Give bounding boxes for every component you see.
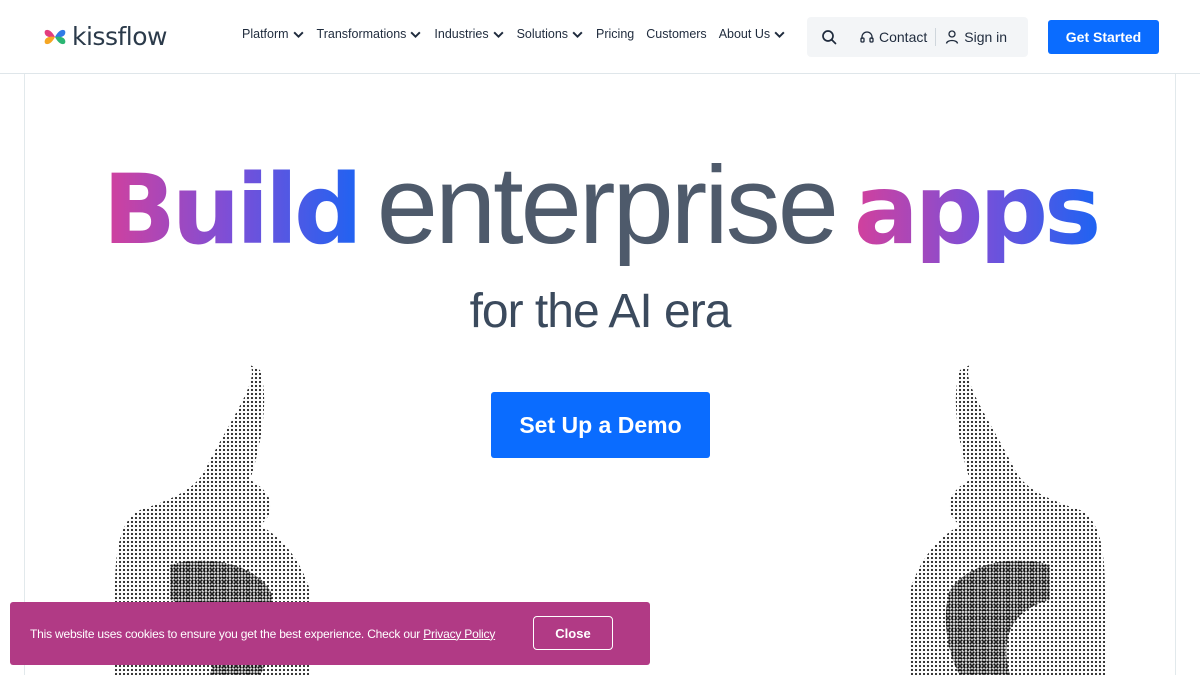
headset-icon bbox=[860, 31, 874, 43]
nav-item-customers[interactable]: Customers bbox=[646, 27, 706, 41]
privacy-policy-link[interactable]: Privacy Policy bbox=[423, 627, 495, 641]
cookie-message: This website uses cookies to ensure you … bbox=[30, 627, 495, 641]
chevron-down-icon bbox=[493, 31, 504, 38]
cookie-banner: This website uses cookies to ensure you … bbox=[10, 602, 650, 665]
hero-word-apps: apps bbox=[853, 154, 1101, 266]
nav-item-industries[interactable]: Industries bbox=[434, 27, 504, 41]
site-header: kissflow Platform Transformations Indust… bbox=[0, 0, 1200, 74]
user-icon bbox=[946, 30, 959, 44]
contact-label: Contact bbox=[879, 29, 928, 45]
nav-item-label: Platform bbox=[242, 27, 289, 41]
signin-label: Sign in bbox=[964, 29, 1008, 45]
chevron-down-icon bbox=[774, 31, 785, 38]
chevron-down-icon bbox=[572, 31, 583, 38]
set-up-demo-button[interactable]: Set Up a Demo bbox=[491, 392, 710, 458]
hero-word-build: Build bbox=[102, 154, 363, 266]
nav-item-solutions[interactable]: Solutions bbox=[517, 27, 584, 41]
chevron-down-icon bbox=[293, 31, 304, 38]
halftone-hand-right-image bbox=[910, 365, 1105, 675]
kissflow-logo-icon bbox=[44, 29, 66, 44]
search-button[interactable] bbox=[807, 17, 851, 57]
contact-link[interactable]: Contact bbox=[851, 17, 935, 57]
logo-wordmark: kissflow bbox=[72, 22, 167, 51]
nav-item-transformations[interactable]: Transformations bbox=[317, 27, 423, 41]
search-icon bbox=[822, 30, 837, 45]
cookie-close-button[interactable]: Close bbox=[533, 616, 613, 650]
cookie-message-text: This website uses cookies to ensure you … bbox=[30, 626, 424, 641]
nav-item-platform[interactable]: Platform bbox=[242, 27, 305, 41]
nav-item-label: Pricing bbox=[596, 27, 635, 41]
nav-item-label: About Us bbox=[718, 27, 771, 41]
get-started-button[interactable]: Get Started bbox=[1048, 20, 1159, 54]
hero-word-enterprise: enterprise bbox=[376, 144, 839, 267]
nav-item-pricing[interactable]: Pricing bbox=[596, 27, 634, 41]
nav-item-label: Industries bbox=[434, 27, 489, 41]
hero-headline: Build enterprise apps bbox=[0, 142, 1200, 269]
nav-item-label: Transformations bbox=[316, 27, 407, 41]
utility-bar: Contact Sign in bbox=[807, 17, 1028, 57]
nav-item-about-us[interactable]: About Us bbox=[719, 27, 786, 41]
chevron-down-icon bbox=[410, 31, 421, 38]
kissflow-logo[interactable]: kissflow bbox=[42, 22, 167, 51]
hero-subheadline: for the AI era bbox=[469, 285, 732, 338]
main-nav: Platform Transformations Industries Solu… bbox=[242, 27, 786, 41]
signin-link[interactable]: Sign in bbox=[936, 17, 1015, 57]
nav-item-label: Solutions bbox=[516, 27, 569, 41]
nav-item-label: Customers bbox=[646, 27, 707, 41]
